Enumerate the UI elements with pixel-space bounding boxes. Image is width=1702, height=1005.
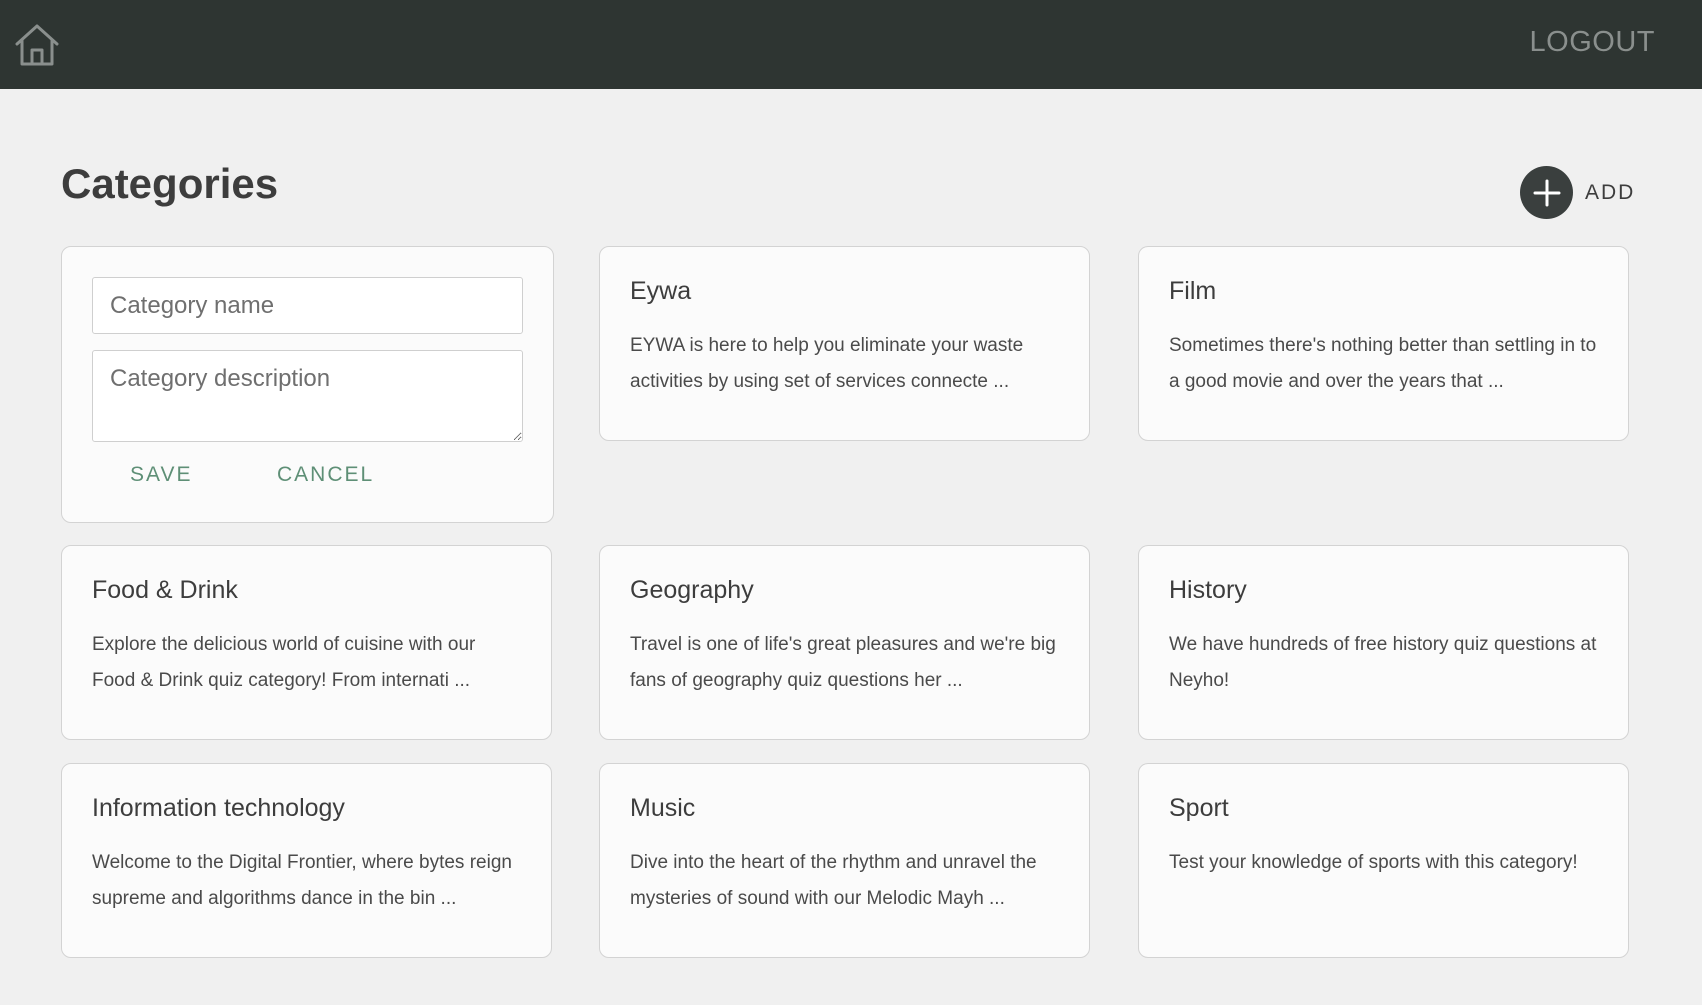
category-card-sport[interactable]: Sport Test your knowledge of sports with…: [1138, 763, 1629, 958]
category-title: Information technology: [92, 794, 345, 822]
category-title: Geography: [630, 576, 754, 604]
page-title: Categories: [61, 160, 279, 207]
category-description: Test your knowledge of sports with this …: [1169, 852, 1578, 873]
category-card-information-technology[interactable]: Information technology Welcome to the Di…: [61, 763, 552, 958]
category-description: We have hundreds of free history quiz qu…: [1169, 634, 1597, 691]
category-description: Travel is one of life's great pleasures …: [630, 634, 1056, 691]
category-description: Explore the delicious world of cuisine w…: [92, 634, 476, 691]
category-card-eywa[interactable]: Eywa EYWA is here to help you eliminate …: [599, 246, 1090, 441]
home-button[interactable]: [13, 22, 61, 68]
category-card-history[interactable]: History We have hundreds of free history…: [1138, 545, 1629, 740]
category-description: Welcome to the Digital Frontier, where b…: [92, 852, 512, 909]
category-title: Food & Drink: [92, 576, 238, 604]
category-title: Eywa: [630, 277, 692, 305]
add-button-circle[interactable]: [1520, 166, 1573, 219]
category-description-input[interactable]: [92, 350, 523, 442]
home-icon: [15, 24, 59, 66]
plus-icon: [1533, 179, 1560, 206]
category-description: Sometimes there's nothing better than se…: [1169, 335, 1597, 392]
new-category-form: SAVE CANCEL: [61, 246, 554, 523]
category-name-input[interactable]: [92, 277, 523, 334]
category-description: EYWA is here to help you eliminate your …: [630, 335, 1024, 392]
category-title: Sport: [1169, 794, 1229, 822]
category-card-film[interactable]: Film Sometimes there's nothing better th…: [1138, 246, 1629, 441]
add-category-button[interactable]: ADD: [1520, 166, 1635, 219]
category-card-music[interactable]: Music Dive into the heart of the rhythm …: [599, 763, 1090, 958]
category-card-geography[interactable]: Geography Travel is one of life's great …: [599, 545, 1090, 740]
logout-button[interactable]: LOGOUT: [1530, 26, 1655, 59]
category-description: Dive into the heart of the rhythm and un…: [630, 852, 1037, 909]
save-button[interactable]: SAVE: [130, 463, 192, 487]
top-navigation-bar: LOGOUT: [0, 0, 1702, 89]
category-title: History: [1169, 576, 1247, 604]
category-title: Film: [1169, 277, 1217, 305]
category-title: Music: [630, 794, 696, 822]
category-card-food-drink[interactable]: Food & Drink Explore the delicious world…: [61, 545, 552, 740]
add-button-label[interactable]: ADD: [1585, 181, 1635, 205]
cancel-button[interactable]: CANCEL: [277, 463, 374, 487]
